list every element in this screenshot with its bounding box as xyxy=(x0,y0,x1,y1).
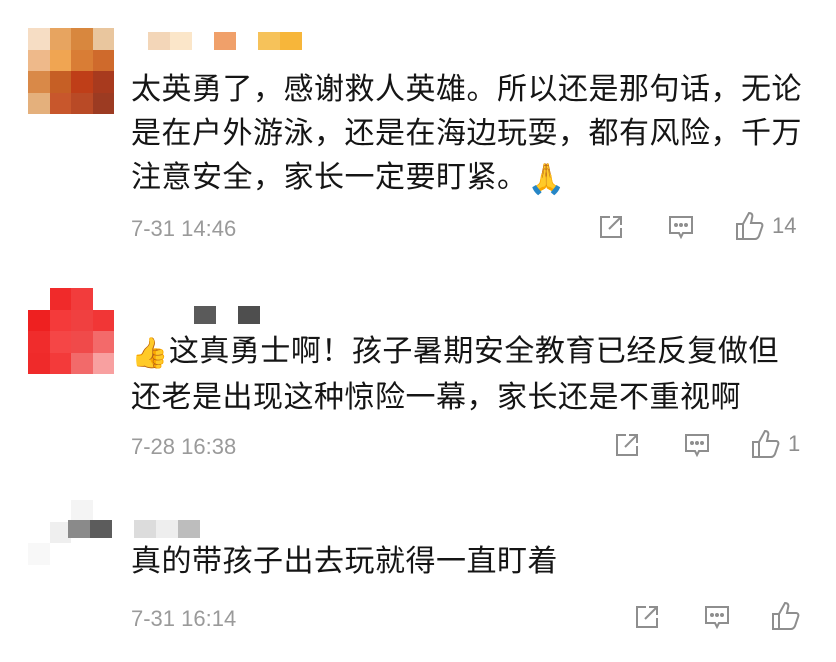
avatar[interactable] xyxy=(28,500,114,586)
avatar-mosaic-cell xyxy=(92,543,114,565)
avatar-mosaic-cell xyxy=(49,500,71,522)
comment-item: 真的带孩子出去玩就得一直盯着 7-31 16:14 xyxy=(0,0,836,662)
username-mosaic-cell xyxy=(112,520,134,538)
reply-button[interactable] xyxy=(702,602,732,632)
avatar-mosaic-cell xyxy=(28,521,50,543)
username[interactable] xyxy=(68,520,200,538)
avatar-mosaic-cell xyxy=(71,500,93,522)
username-mosaic-cell xyxy=(90,520,112,538)
comment-icon xyxy=(705,606,729,630)
avatar-mosaic-cell xyxy=(28,564,50,586)
share-icon xyxy=(636,606,658,628)
avatar-mosaic-cell xyxy=(49,564,71,586)
avatar-mosaic-cell xyxy=(49,543,71,565)
username-mosaic-cell xyxy=(178,520,200,538)
like-button[interactable] xyxy=(770,600,808,632)
avatar-mosaic-cell xyxy=(92,500,114,522)
avatar-mosaic-cell xyxy=(28,500,50,522)
username-mosaic-cell xyxy=(134,520,156,538)
thumbs-up-icon xyxy=(772,601,800,630)
avatar-mosaic-cell xyxy=(28,543,50,565)
username-mosaic-cell xyxy=(156,520,178,538)
avatar-mosaic-cell xyxy=(71,564,93,586)
comment-text: 真的带孩子出去玩就得一直盯着 xyxy=(131,544,558,579)
username-mosaic-cell xyxy=(68,520,90,538)
avatar-mosaic-cell xyxy=(71,543,93,565)
share-button[interactable] xyxy=(632,602,662,632)
comment-timestamp: 7-31 16:14 xyxy=(131,606,237,631)
avatar-mosaic-cell xyxy=(92,564,114,586)
